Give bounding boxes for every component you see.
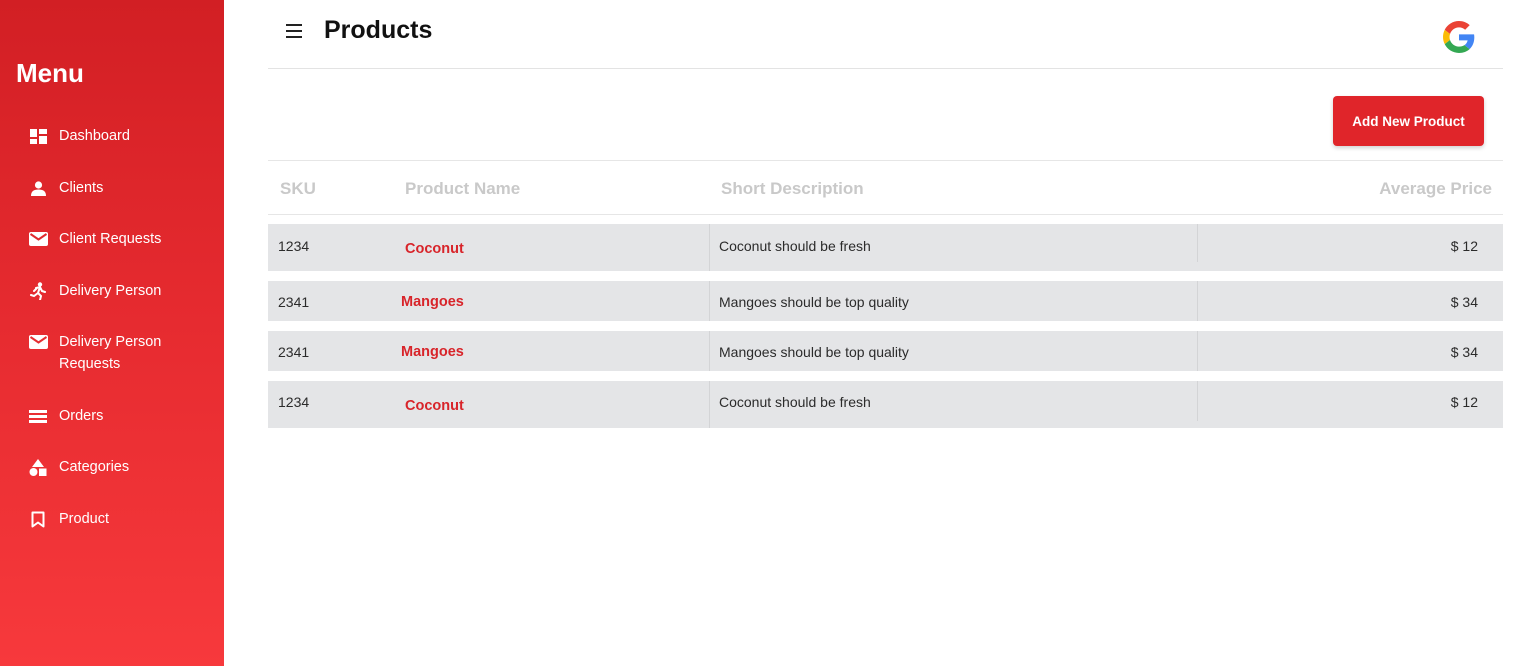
sidebar-item-label: Client Requests — [59, 231, 162, 247]
description-cell: Coconut should be fresh — [719, 238, 871, 254]
google-icon[interactable] — [1443, 21, 1475, 53]
dashboard-icon — [28, 125, 48, 147]
price-cell: $ 12 — [1450, 238, 1478, 254]
product-name-link[interactable]: Coconut — [405, 241, 464, 257]
column-divider — [1197, 381, 1198, 421]
sidebar-item-categories[interactable]: Categories — [0, 456, 145, 478]
table-row[interactable]: 2341 Mangoes Mangoes should be top quali… — [268, 331, 1503, 371]
table-header: SKU Product Name Short Description Avera… — [268, 160, 1503, 215]
mail-icon — [28, 331, 48, 353]
sidebar-item-label: Categories — [59, 459, 130, 475]
sidebar-item-dashboard[interactable]: Dashboard — [0, 125, 146, 147]
column-divider — [709, 281, 710, 321]
person-icon — [28, 177, 48, 199]
product-name-link[interactable]: Mangoes — [401, 344, 464, 360]
sku-cell: 2341 — [278, 344, 310, 360]
table-row[interactable]: 1234 Coconut Coconut should be fresh $ 1… — [268, 381, 1503, 428]
sidebar-item-label: Orders — [59, 408, 104, 424]
sidebar-item-label: Product — [59, 511, 109, 527]
price-cell: $ 12 — [1450, 394, 1478, 410]
sidebar-item-label: Delivery Person Requests — [59, 334, 162, 372]
column-header-product-name[interactable]: Product Name — [405, 179, 520, 199]
menu-title: Menu — [16, 58, 84, 88]
sidebar-item-label: Dashboard — [59, 128, 130, 144]
description-cell: Mangoes should be top quality — [719, 294, 909, 310]
sidebar-item-clients[interactable]: Clients — [0, 177, 119, 199]
sidebar-item-label: Clients — [59, 180, 104, 196]
product-name-link[interactable]: Coconut — [405, 398, 464, 414]
column-divider — [709, 224, 710, 271]
page-title: Products — [324, 16, 433, 44]
price-cell: $ 34 — [1450, 344, 1478, 360]
price-cell: $ 34 — [1450, 294, 1478, 310]
sku-cell: 1234 — [278, 238, 310, 254]
top-bar: Products — [268, 0, 1503, 69]
column-divider — [709, 381, 710, 428]
column-divider — [1197, 331, 1198, 371]
sidebar-item-product[interactable]: Product — [0, 508, 125, 530]
description-cell: Coconut should be fresh — [719, 394, 871, 410]
running-person-icon — [28, 280, 48, 302]
table-row[interactable]: 2341 Mangoes Mangoes should be top quali… — [268, 281, 1503, 321]
product-name-link[interactable]: Mangoes — [401, 294, 464, 310]
list-icon — [28, 405, 48, 427]
column-header-sku[interactable]: SKU — [280, 179, 316, 199]
table-row[interactable]: 1234 Coconut Coconut should be fresh $ 1… — [268, 224, 1503, 271]
sku-cell: 1234 — [278, 394, 310, 410]
bookmark-icon — [28, 508, 48, 530]
sidebar-item-client-requests[interactable]: Client Requests — [0, 228, 177, 250]
sidebar: Menu Dashboard Clients Client Requests D… — [0, 0, 224, 666]
sku-cell: 2341 — [278, 294, 310, 310]
sidebar-item-orders[interactable]: Orders — [0, 405, 119, 427]
hamburger-menu-icon[interactable] — [286, 24, 302, 40]
column-header-average-price[interactable]: Average Price — [1379, 179, 1492, 199]
column-divider — [709, 331, 710, 371]
mail-icon — [28, 228, 48, 250]
sidebar-item-delivery-person-requests[interactable]: Delivery Person Requests — [0, 331, 224, 375]
shapes-icon — [28, 456, 48, 478]
add-new-product-button[interactable]: Add New Product — [1333, 96, 1484, 146]
description-cell: Mangoes should be top quality — [719, 344, 909, 360]
column-divider — [1197, 224, 1198, 262]
sidebar-item-label: Delivery Person — [59, 283, 162, 299]
column-divider — [1197, 281, 1198, 321]
column-header-short-description[interactable]: Short Description — [721, 179, 864, 199]
products-table: SKU Product Name Short Description Avera… — [268, 160, 1503, 428]
sidebar-item-delivery-person[interactable]: Delivery Person — [0, 280, 177, 302]
